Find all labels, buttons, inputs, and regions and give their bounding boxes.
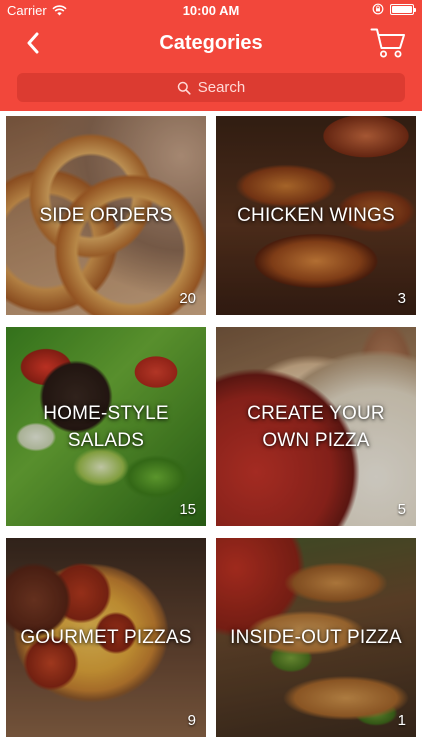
search-input[interactable]: Search: [17, 73, 405, 102]
category-label: CREATE YOUR OWN PIZZA: [247, 402, 385, 451]
category-count: 20: [179, 290, 196, 307]
category-tile-inside-out-pizza[interactable]: INSIDE-OUT PIZZA 1: [216, 538, 416, 737]
search-placeholder: Search: [197, 79, 246, 96]
category-count: 15: [179, 501, 196, 518]
status-icons: [372, 3, 416, 15]
orientation-lock-icon: [372, 3, 384, 15]
battery-icon: [390, 3, 416, 15]
cart-button[interactable]: [368, 25, 408, 61]
category-label: SIDE ORDERS: [39, 205, 173, 226]
nav-bar: Categories: [0, 22, 422, 66]
category-grid: SIDE ORDERS 20 CHICKEN WINGS 3 HOME-STYL…: [6, 116, 416, 737]
battery-level: [392, 5, 412, 13]
category-tile-create-your-own-pizza[interactable]: CREATE YOUR OWN PIZZA 5: [216, 327, 416, 526]
category-tile-gourmet-pizzas[interactable]: GOURMET PIZZAS 9: [6, 538, 206, 737]
category-count: 1: [397, 712, 406, 729]
app-header: Carrier 10:00 AM Categories Search: [0, 0, 422, 111]
category-tile-side-orders[interactable]: SIDE ORDERS 20: [6, 116, 206, 315]
status-bar: Carrier 10:00 AM: [0, 0, 422, 22]
category-count: 5: [397, 501, 406, 518]
category-label: HOME-STYLE SALADS: [43, 402, 169, 451]
back-button[interactable]: [18, 28, 48, 58]
category-count: 9: [187, 712, 196, 729]
category-label: GOURMET PIZZAS: [20, 627, 192, 648]
category-label: CHICKEN WINGS: [237, 205, 395, 226]
shopping-cart-icon: [370, 28, 405, 58]
search-icon: [177, 81, 191, 95]
category-tile-home-style-salads[interactable]: HOME-STYLE SALADS 15: [6, 327, 206, 526]
status-time: 10:00 AM: [182, 3, 240, 18]
page-title: Categories: [159, 32, 263, 54]
chevron-left-icon: [27, 32, 39, 54]
category-count: 3: [397, 290, 406, 307]
category-tile-chicken-wings[interactable]: CHICKEN WINGS 3: [216, 116, 416, 315]
category-label: INSIDE-OUT PIZZA: [230, 627, 402, 648]
